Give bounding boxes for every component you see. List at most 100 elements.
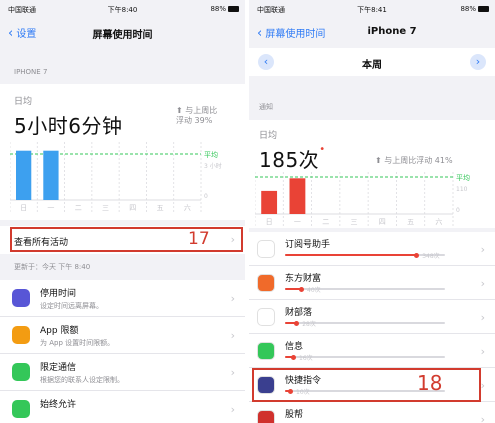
chevron-right-icon: › [480, 344, 485, 358]
gubang-icon [257, 410, 275, 423]
compare-text: 与上周比浮动 41% [384, 156, 453, 165]
screen-time-left-screen: 中国联通 下午8:40 88% ‹ 设置 屏幕使用时间 IPHONE 7 日均 … [0, 0, 245, 423]
app-notification-row[interactable]: 信息 16次 › [249, 334, 495, 368]
settings-row-title: 始终允许 [40, 400, 77, 410]
app-name: 信息 [285, 342, 304, 352]
day-label: 一 [294, 218, 301, 226]
clock: 下午8:41 [357, 6, 387, 14]
daily-average-number: 185次 [259, 148, 320, 172]
chevron-right-icon: › [480, 310, 485, 324]
app-notification-row[interactable]: 财部落 28次 › [249, 300, 495, 334]
nav-bar: ‹ 屏幕使用时间 iPhone 7 [249, 18, 495, 46]
settings-row[interactable]: 始终允许 › [0, 391, 245, 423]
app-notification-row[interactable]: 东方财富 40次 › [249, 266, 495, 300]
compare-line-1: 与上周比 [185, 106, 218, 115]
battery-percent: 88% [210, 5, 226, 13]
chevron-right-icon: › [480, 276, 485, 290]
app-name: 股帮 [285, 410, 304, 420]
battery-percent: 88% [460, 5, 476, 13]
clock: 下午8:40 [107, 6, 138, 14]
arrow-up-icon: ⬆ [375, 156, 382, 165]
usage-bar-dot [414, 252, 420, 258]
battery-indicator: 88% [210, 5, 239, 13]
battery-indicator: 88% [460, 5, 489, 13]
day-label: 日 [266, 218, 273, 226]
notifications-summary-card: 日均 185次• ⬆ 与上周比浮动 41% 平均 110 0 日 一 二 三 四 五 六 [249, 120, 495, 228]
app-notification-row[interactable]: 订阅号助手 348次 › [249, 232, 495, 266]
red-dot-icon: • [319, 144, 326, 155]
moon-icon [12, 289, 30, 307]
battery-icon [228, 6, 239, 12]
app-notification-row[interactable]: 股帮 › [249, 402, 495, 423]
updated-label: 更新于：今天 下午 8:40 [14, 263, 91, 271]
settings-row-title: App 限额 [40, 326, 79, 336]
notification-count: 348次 [422, 253, 440, 260]
day-label: 二 [322, 218, 329, 226]
subscription-icon [257, 240, 275, 258]
usage-bar-fill [285, 254, 417, 256]
notifications-section-label: 通知 [259, 103, 273, 111]
day-label: 一 [47, 204, 54, 212]
chart-bar [289, 178, 306, 214]
daily-average-label: 日均 [14, 97, 33, 107]
annotation-18: 18 [417, 371, 443, 395]
day-label: 三 [102, 204, 109, 212]
chart-bar [16, 150, 32, 200]
daily-notifications-chart: 平均 110 0 日 一 二 三 四 五 六 [255, 172, 470, 226]
chevron-right-icon: › [230, 366, 235, 379]
day-label: 五 [157, 204, 164, 212]
y-tick-label: 0 [204, 193, 208, 200]
settings-row[interactable]: App 限额为 App 设置时间限额。 › [0, 317, 245, 354]
notification-count: 16次 [299, 355, 313, 362]
y-tick-label: 0 [456, 207, 460, 214]
highlight-box [252, 368, 481, 402]
app-name: 订阅号助手 [285, 240, 331, 250]
notifications-right-screen: 中国联通 下午8:41 88% ‹ 屏幕使用时间 iPhone 7 ‹ 本周 ›… [249, 0, 495, 423]
day-label: 四 [379, 218, 386, 226]
settings-row[interactable]: 停用时间设定时间远离屏幕。 › [0, 280, 245, 317]
chevron-right-icon: › [230, 292, 235, 305]
notification-count: 40次 [307, 287, 321, 294]
average-label: 平均 [204, 150, 218, 159]
chart-bar [43, 150, 59, 200]
chevron-right-icon: › [230, 403, 235, 416]
day-label: 日 [20, 204, 27, 212]
app-name: 财部落 [285, 308, 313, 318]
y-tick-label: 110 [456, 186, 468, 193]
check-icon [12, 400, 30, 418]
week-label: 本周 [362, 60, 382, 71]
settings-row[interactable]: 限定通信根据您的联系人设定限制。 › [0, 354, 245, 391]
settings-row-subtitle: 设定时间远离屏幕。 [40, 302, 103, 310]
hourglass-icon [12, 326, 30, 344]
week-selector: ‹ 本周 › [249, 48, 495, 76]
day-label: 三 [351, 218, 358, 226]
usage-bar-dot [299, 286, 304, 292]
settings-row-title: 限定通信 [40, 363, 77, 373]
status-bar: 中国联通 下午8:40 88% [0, 0, 245, 18]
usage-bar-dot [294, 320, 300, 326]
settings-row-subtitle: 根据您的联系人设定限制。 [40, 376, 124, 384]
average-label: 平均 [456, 173, 470, 182]
person-icon [12, 363, 30, 381]
day-label: 四 [129, 204, 136, 212]
eastmoney-icon [257, 274, 275, 292]
settings-row-subtitle: 为 App 设置时间限额。 [40, 339, 115, 347]
daily-usage-chart: 平均 3 小时 0 日 一 二 三 四 五 六 [10, 142, 222, 212]
usage-summary-card[interactable]: 日均 5小时6分钟 ⬆ 与上周比 浮动 39% 平均 3 小时 0 日 一 二 三 四 五 六 [0, 84, 245, 220]
arrow-up-icon: ⬆ [176, 106, 183, 115]
next-week-button[interactable]: › [470, 54, 486, 70]
day-label: 二 [75, 204, 82, 212]
messages-icon [257, 342, 275, 360]
highlight-box [10, 227, 243, 252]
device-label: IPHONE 7 [14, 68, 48, 76]
chevron-left-icon: ‹ [257, 26, 263, 41]
status-bar: 中国联通 下午8:41 88% [249, 0, 495, 18]
page-title: iPhone 7 [367, 26, 417, 37]
compare-line-2: 浮动 39% [176, 116, 213, 125]
app-name: 东方财富 [285, 274, 322, 284]
settings-row-title: 停用时间 [40, 289, 77, 299]
battery-icon [478, 6, 489, 12]
daily-average-label: 日均 [259, 131, 278, 141]
daily-average-value: 185次• [259, 144, 326, 173]
caibuluo-icon [257, 308, 275, 326]
